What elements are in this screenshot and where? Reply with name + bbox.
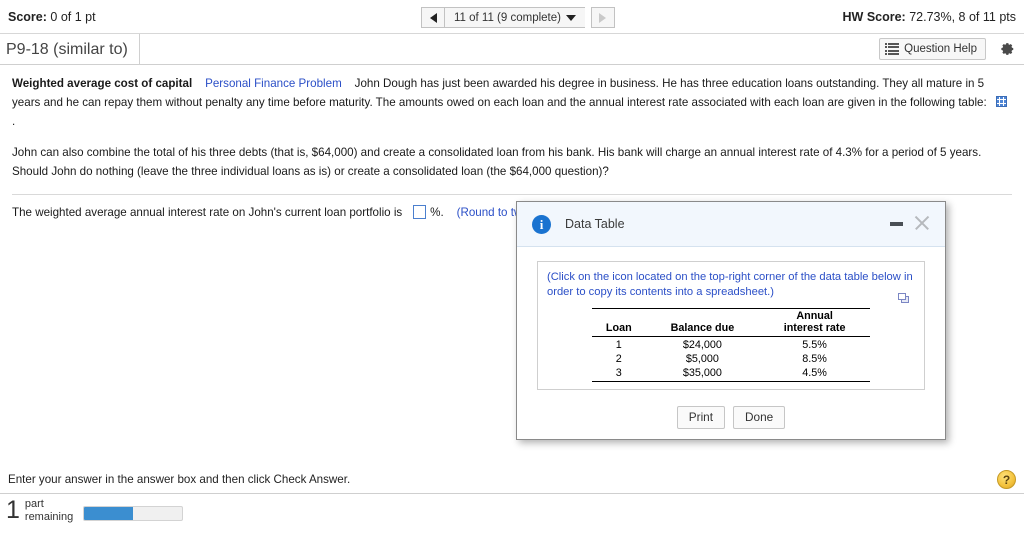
copy-instruction: (Click on the icon located on the top-ri…	[547, 271, 913, 299]
cell-loan: 3	[592, 365, 646, 382]
answer-input[interactable]	[412, 204, 426, 219]
table-row: 1 $24,000 5.5%	[592, 335, 870, 352]
triangle-left-icon	[429, 12, 437, 23]
score-display: Score: 0 of 1 pt	[8, 10, 96, 24]
parts-label-line1: part	[24, 498, 44, 510]
problem-title-bar: P9-18 (similar to) Question Help	[0, 34, 1024, 65]
personal-finance-problem-link[interactable]: Personal Finance Problem	[205, 77, 342, 90]
triangle-right-icon	[599, 12, 607, 23]
copy-to-spreadsheet-icon[interactable]	[898, 293, 910, 304]
spreadsheet-grid-icon[interactable]	[996, 95, 1008, 107]
question-mark-icon[interactable]: ?	[997, 470, 1016, 489]
question-next-button[interactable]	[590, 7, 615, 28]
minimize-icon[interactable]	[890, 222, 903, 226]
col-header-balance-due: Balance due	[645, 307, 760, 337]
question-help-label: Question Help	[904, 43, 977, 55]
list-icon	[885, 42, 900, 56]
cell-loan: 2	[615, 352, 622, 365]
hint-text: Enter your answer in the answer box and …	[8, 473, 351, 486]
table-body: 1 $24,000 5.5% 2 $5,000 8.5% 3 $35,000 4…	[592, 335, 870, 382]
loan-data-table: Loan Balance due Annual interest rate 1 …	[592, 307, 870, 382]
cell-balance: $24,000	[645, 335, 760, 352]
question-navigator[interactable]: 11 of 11 (9 complete)	[421, 7, 615, 28]
parts-label: part remaining	[25, 498, 73, 524]
progress-bar	[83, 506, 183, 521]
table-row: 2 $5,000 8.5%	[592, 352, 870, 366]
problem-paragraph-2: John can also combine the total of his t…	[12, 146, 982, 179]
dialog-buttons: Print Done	[537, 405, 925, 429]
problem-paragraph-1: Weighted average cost of capital Persona…	[0, 65, 1024, 131]
parts-remaining: 1 part remaining	[6, 498, 73, 524]
question-selector-label: 11 of 11 (9 complete)	[454, 11, 561, 24]
close-icon[interactable]	[913, 214, 931, 232]
answer-unit: %.	[430, 205, 444, 219]
col-header-annual-line2: interest rate	[783, 321, 846, 334]
cell-rate: 5.5%	[759, 335, 870, 352]
data-table-dialog: i Data Table (Click on the icon located …	[516, 201, 946, 440]
table-head: Loan Balance due Annual interest rate	[592, 307, 870, 337]
dialog-body: (Click on the icon located on the top-ri…	[517, 247, 945, 429]
footer-toolbar: 1 part remaining Clear All Check Answer	[0, 494, 1024, 540]
dialog-title-bar[interactable]: i Data Table	[517, 202, 945, 247]
hw-score-label: HW Score:	[842, 9, 906, 24]
parts-count: 1	[6, 496, 20, 525]
table-row: 3 $35,000 4.5%	[592, 365, 870, 382]
cell-rate: 4.5%	[759, 365, 870, 382]
col-header-loan: Loan	[592, 307, 646, 337]
cell-rate: 8.5%	[802, 352, 827, 365]
col-header-annual-line1: Annual	[796, 309, 833, 322]
data-table-frame: (Click on the icon located on the top-ri…	[537, 261, 925, 390]
chevron-down-icon	[565, 14, 576, 21]
exercise-player: Score: 0 of 1 pt 11 of 11 (9 complete) H…	[0, 0, 1024, 540]
cell-balance: $5,000	[685, 352, 719, 365]
info-icon: i	[532, 215, 551, 234]
answer-prompt-text: The weighted average annual interest rat…	[12, 205, 403, 219]
gear-icon[interactable]	[998, 40, 1016, 58]
progress-bar-fill	[84, 507, 133, 520]
cell-loan: 1	[592, 335, 646, 352]
hw-score-value: 72.73%, 8 of 11 pts	[909, 9, 1016, 24]
score-value: 0 of 1 pt	[50, 9, 96, 24]
score-label: Score:	[8, 9, 47, 24]
question-help-button[interactable]: Question Help	[879, 38, 986, 60]
parts-label-line2: remaining	[24, 510, 74, 523]
problem-body: Weighted average cost of capital Persona…	[0, 65, 1024, 223]
done-button[interactable]: Done	[733, 405, 786, 429]
problem-text-1-end: .	[12, 114, 16, 128]
page-title: P9-18 (similar to)	[6, 34, 140, 65]
table-header-row: Loan Balance due Annual interest rate	[592, 307, 870, 337]
col-header-annual-interest-rate: Annual interest rate	[759, 307, 870, 337]
score-bar: Score: 0 of 1 pt 11 of 11 (9 complete) H…	[0, 0, 1024, 34]
problem-topic: Weighted average cost of capital	[12, 77, 193, 90]
dialog-title: Data Table	[565, 217, 625, 231]
cell-balance: $35,000	[645, 365, 760, 382]
question-selector-dropdown[interactable]: 11 of 11 (9 complete)	[445, 7, 585, 28]
question-prev-button[interactable]	[421, 7, 445, 28]
print-button[interactable]: Print	[676, 405, 726, 429]
hint-bar: Enter your answer in the answer box and …	[0, 468, 1024, 494]
hw-score-display: HW Score: 72.73%, 8 of 11 pts	[843, 10, 1016, 24]
